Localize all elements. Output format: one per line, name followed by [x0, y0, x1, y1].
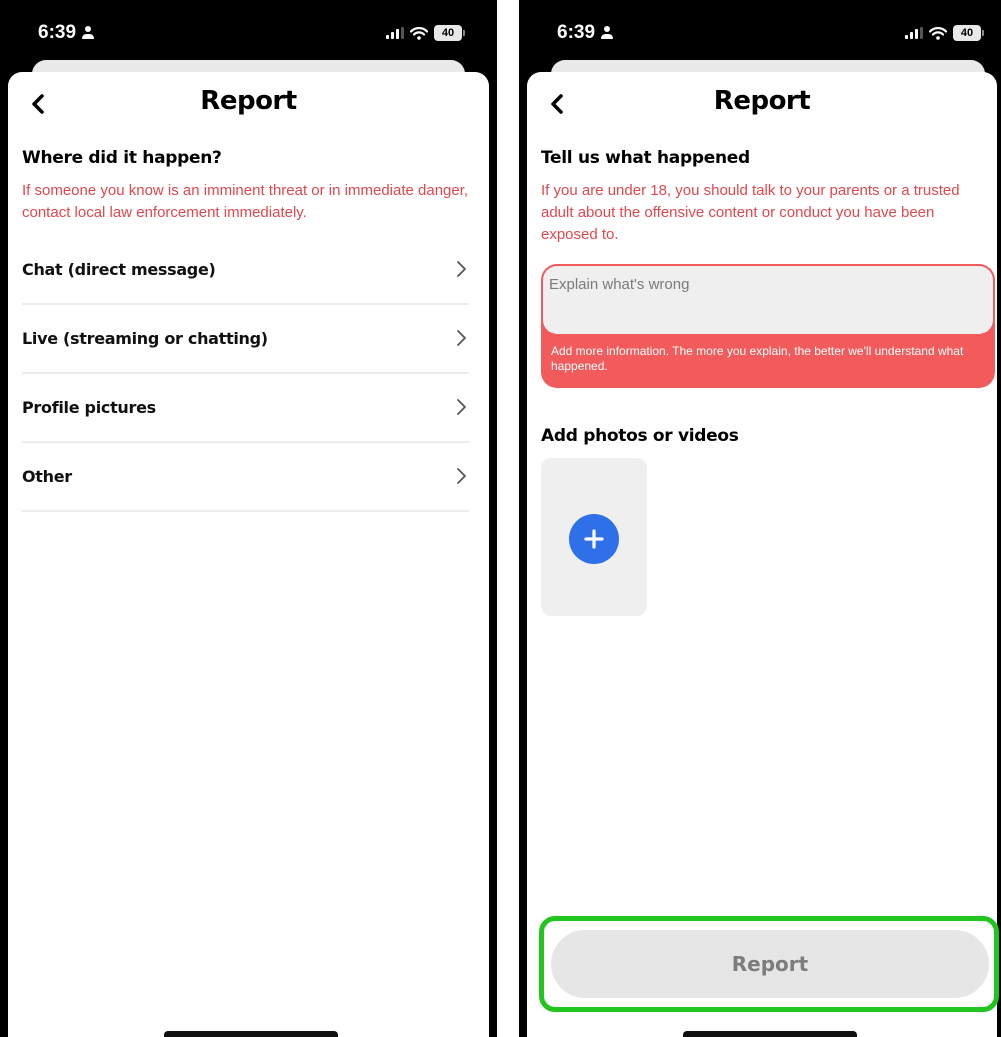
status-indicators: 40 [905, 25, 984, 41]
list-item-chat[interactable]: Chat (direct message) [22, 235, 469, 305]
description-field[interactable]: Explain what's wrong [543, 266, 993, 334]
plus-icon [584, 529, 604, 549]
wifi-icon [929, 26, 947, 40]
report-location-screen: 6:39 40 Report Where did it happen? If s… [0, 0, 497, 1037]
add-media-tile[interactable] [541, 458, 647, 616]
list-item-profile-pictures[interactable]: Profile pictures [22, 373, 469, 443]
location-list: Chat (direct message) Live (streaming or… [22, 236, 469, 512]
chevron-right-icon [457, 330, 466, 346]
media-section-title: Add photos or videos [541, 426, 739, 446]
section-title: Tell us what happened [541, 148, 750, 168]
wifi-icon [410, 26, 428, 40]
status-time: 6:39 [557, 22, 614, 44]
status-time-text: 6:39 [557, 22, 596, 43]
report-details-screen: 6:39 40 Report Tell us what happened If … [519, 0, 1001, 1037]
list-item-label: Profile pictures [22, 397, 156, 417]
page-title: Report [713, 86, 811, 116]
home-indicator [683, 1031, 857, 1037]
list-item-live[interactable]: Live (streaming or chatting) [22, 304, 469, 374]
section-title: Where did it happen? [22, 148, 222, 168]
description-field-container: Explain what's wrong Add more informatio… [541, 264, 995, 388]
status-bar: 6:39 40 [0, 0, 497, 68]
report-submit-button[interactable]: Report [551, 930, 989, 998]
chevron-right-icon [457, 261, 466, 277]
status-time: 6:39 [38, 22, 95, 44]
report-sheet: Report Tell us what happened If you are … [527, 72, 997, 1037]
person-icon [601, 26, 614, 40]
add-media-button[interactable] [569, 514, 619, 564]
list-item-label: Chat (direct message) [22, 259, 216, 279]
signal-icon [905, 27, 923, 39]
divider [500, 36, 518, 88]
status-indicators: 40 [386, 25, 465, 41]
list-item-other[interactable]: Other [22, 442, 469, 512]
report-sheet: Report Where did it happen? If someone y… [8, 72, 489, 1037]
warning-text: If you are under 18, you should talk to … [541, 182, 960, 243]
list-item-label: Other [22, 466, 72, 486]
person-icon [82, 26, 95, 40]
home-indicator [164, 1031, 338, 1037]
chevron-right-icon [457, 468, 466, 484]
battery-icon: 40 [434, 25, 465, 41]
status-bar: 6:39 40 [519, 0, 1001, 68]
report-button-highlight: Report [539, 916, 999, 1012]
chevron-right-icon [457, 399, 466, 415]
warning-text: If someone you know is an imminent threa… [22, 182, 469, 221]
battery-icon: 40 [953, 25, 984, 41]
list-item-label: Live (streaming or chatting) [22, 328, 268, 348]
nav-bar: Report [8, 86, 489, 122]
signal-icon [386, 27, 404, 39]
page-title: Report [200, 86, 297, 116]
nav-bar: Report [527, 86, 997, 122]
status-time-text: 6:39 [38, 22, 77, 43]
description-error-hint: Add more information. The more you expla… [551, 344, 964, 373]
